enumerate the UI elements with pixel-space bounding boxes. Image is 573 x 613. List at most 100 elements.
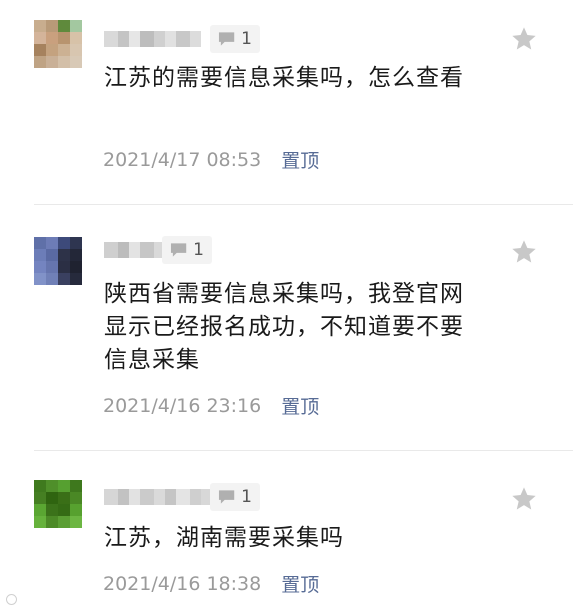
- avatar-mosaic-cell: [46, 261, 58, 273]
- comment-time: 2021/4/16 23:16: [103, 394, 262, 417]
- username-blur-block: [118, 489, 129, 505]
- username-blur-block: [165, 31, 176, 47]
- avatar[interactable]: [34, 20, 82, 68]
- avatar-mosaic-cell: [70, 20, 82, 32]
- username-blur-block: [154, 489, 165, 505]
- reply-count: 1: [241, 487, 252, 507]
- username-blur-block: [140, 489, 154, 505]
- comment-meta: 2021/4/16 23:16 置顶: [103, 392, 319, 419]
- avatar-mosaic-cell: [58, 261, 70, 273]
- avatar-mosaic-cell: [70, 249, 82, 261]
- username-blurred[interactable]: [104, 30, 201, 48]
- avatar[interactable]: [34, 237, 82, 285]
- reply-count-badge[interactable]: 1: [210, 25, 260, 53]
- avatar-mosaic-cell: [70, 273, 82, 285]
- avatar-mosaic-cell: [70, 44, 82, 56]
- avatar-mosaic-cell: [58, 237, 70, 249]
- username-blur-block: [176, 31, 190, 47]
- avatar-mosaic-cell: [34, 480, 46, 492]
- avatar-mosaic-cell: [58, 480, 70, 492]
- avatar-mosaic-cell: [58, 273, 70, 285]
- avatar-mosaic-cell: [70, 516, 82, 528]
- username-blur-block: [154, 31, 165, 47]
- avatar-mosaic-cell: [70, 32, 82, 44]
- avatar-mosaic-cell: [34, 32, 46, 44]
- avatar[interactable]: [34, 480, 82, 528]
- avatar-mosaic-cell: [34, 249, 46, 261]
- avatar-mosaic-cell: [34, 516, 46, 528]
- avatar-mosaic-cell: [46, 273, 58, 285]
- username-blur-block: [104, 489, 118, 505]
- avatar-mosaic-cell: [58, 492, 70, 504]
- pin-to-top-button[interactable]: 置顶: [281, 570, 319, 597]
- comment-meta: 2021/4/16 18:38 置顶: [103, 570, 319, 597]
- username-blur-block: [140, 242, 154, 258]
- avatar-mosaic-cell: [58, 504, 70, 516]
- username-blur-block: [140, 31, 154, 47]
- reply-count: 1: [193, 240, 204, 260]
- username-blurred[interactable]: [104, 488, 212, 506]
- username-blur-block: [176, 489, 190, 505]
- username-blur-block: [190, 489, 201, 505]
- username-blur-block: [118, 31, 129, 47]
- avatar-mosaic-cell: [58, 20, 70, 32]
- avatar-mosaic-cell: [46, 516, 58, 528]
- avatar-mosaic-cell: [70, 504, 82, 516]
- username-blur-block: [190, 31, 201, 47]
- pin-to-top-button[interactable]: 置顶: [281, 392, 319, 419]
- comment-bubble-icon: [170, 243, 187, 257]
- avatar-mosaic-cell: [46, 44, 58, 56]
- reply-count-badge[interactable]: 1: [210, 483, 260, 511]
- avatar-mosaic-cell: [70, 261, 82, 273]
- avatar-mosaic-cell: [46, 20, 58, 32]
- comment-bubble-icon: [218, 490, 235, 504]
- avatar-mosaic-cell: [34, 492, 46, 504]
- avatar-mosaic-cell: [46, 249, 58, 261]
- avatar-mosaic-cell: [70, 480, 82, 492]
- avatar-mosaic-cell: [46, 237, 58, 249]
- avatar-mosaic-cell: [58, 56, 70, 68]
- avatar-mosaic-cell: [70, 492, 82, 504]
- watermark-logo-icon: [6, 594, 17, 605]
- username-blur-block: [165, 489, 176, 505]
- comment-text: 江苏的需要信息采集吗，怎么查看: [104, 65, 464, 91]
- username-blur-block: [118, 242, 129, 258]
- avatar-mosaic-cell: [34, 237, 46, 249]
- username-blurred[interactable]: [104, 241, 165, 259]
- avatar-mosaic-cell: [58, 516, 70, 528]
- avatar-mosaic-cell: [58, 44, 70, 56]
- pin-to-top-button[interactable]: 置顶: [281, 146, 319, 173]
- avatar-mosaic-cell: [34, 44, 46, 56]
- comment-time: 2021/4/17 08:53: [103, 148, 262, 171]
- watermark: [6, 594, 20, 605]
- avatar-mosaic-cell: [46, 56, 58, 68]
- avatar-mosaic-cell: [46, 504, 58, 516]
- username-blur-block: [129, 242, 140, 258]
- avatar-mosaic-cell: [70, 56, 82, 68]
- comment-text: 陕西省需要信息采集吗，我登官网显示已经报名成功，不知道要不要信息采集: [104, 281, 464, 373]
- comment-item: 1 陕西省需要信息采集吗，我登官网显示已经报名成功，不知道要不要信息采集 202…: [0, 205, 573, 450]
- reply-count-badge[interactable]: 1: [162, 236, 212, 264]
- comment-item: 1 江苏的需要信息采集吗，怎么查看 2021/4/17 08:53 置顶: [0, 0, 573, 204]
- username-blur-block: [104, 31, 118, 47]
- avatar-mosaic-cell: [46, 480, 58, 492]
- avatar-mosaic-cell: [58, 249, 70, 261]
- avatar-mosaic-cell: [34, 504, 46, 516]
- comment-bubble-icon: [218, 32, 235, 46]
- avatar-mosaic-cell: [46, 492, 58, 504]
- comment-time: 2021/4/16 18:38: [103, 572, 262, 595]
- avatar-mosaic-cell: [34, 261, 46, 273]
- avatar-mosaic-cell: [46, 32, 58, 44]
- username-blur-block: [129, 489, 140, 505]
- star-icon[interactable]: [510, 238, 538, 266]
- reply-count: 1: [241, 29, 252, 49]
- comment-text: 江苏，湖南需要采集吗: [104, 525, 344, 551]
- username-blur-block: [104, 242, 118, 258]
- star-icon[interactable]: [510, 485, 538, 513]
- username-blur-block: [129, 31, 140, 47]
- avatar-mosaic-cell: [34, 20, 46, 32]
- avatar-mosaic-cell: [58, 32, 70, 44]
- star-icon[interactable]: [510, 25, 538, 53]
- avatar-mosaic-cell: [34, 273, 46, 285]
- comment-item: 1 江苏，湖南需要采集吗 2021/4/16 18:38 置顶: [0, 451, 573, 613]
